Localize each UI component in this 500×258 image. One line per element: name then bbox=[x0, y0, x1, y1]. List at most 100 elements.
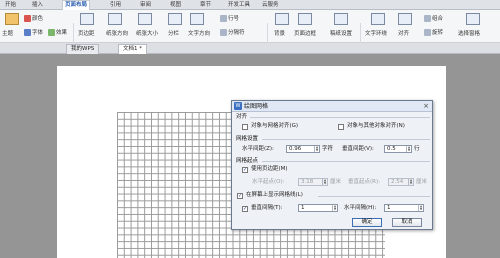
menu-cloud[interactable]: 云服务 bbox=[260, 1, 281, 10]
menu-start[interactable]: 开始 bbox=[3, 1, 18, 10]
vertical-interval-checkbox[interactable]: ✓ bbox=[242, 206, 248, 212]
color-button[interactable]: 颜色 bbox=[24, 15, 43, 23]
line-numbers-icon bbox=[220, 15, 227, 22]
close-icon[interactable]: × bbox=[423, 102, 429, 111]
text-wrap-button[interactable]: 文字环绕 bbox=[365, 30, 387, 38]
spinner-arrows-icon[interactable]: ▲ ▼ bbox=[322, 179, 327, 185]
text-direction-icon bbox=[190, 13, 204, 25]
section-divider bbox=[250, 117, 430, 118]
background-button[interactable]: 背景 bbox=[274, 30, 285, 38]
v-origin-input[interactable]: 2.54 ▲ ▼ bbox=[388, 178, 414, 186]
h-origin-unit: 厘米 bbox=[330, 179, 342, 185]
tab-my-wps[interactable]: 我的WPS bbox=[66, 44, 100, 54]
section-divider bbox=[262, 161, 430, 162]
menu-review[interactable]: 审阅 bbox=[138, 1, 153, 10]
show-grid-label: 在屏幕上显示网格线(L) bbox=[246, 192, 303, 198]
spinner-arrows-icon[interactable]: ▲ ▼ bbox=[406, 146, 411, 152]
margin-icon bbox=[80, 13, 94, 25]
ribbon: 主题 颜色 字体 效果 页边距 纸张方向 纸张大小 分栏 文字方向 行号 分隔符… bbox=[0, 10, 500, 51]
horizontal-interval-input[interactable]: 1 ▲ ▼ bbox=[384, 204, 424, 212]
spinner-arrows-icon[interactable]: ▲ ▼ bbox=[314, 146, 319, 152]
text-direction-button[interactable]: 文字方向 bbox=[188, 30, 210, 38]
use-margins-checkbox[interactable]: ✓ bbox=[242, 167, 248, 173]
cancel-button[interactable]: 取消 bbox=[392, 218, 422, 227]
color-icon bbox=[24, 15, 31, 22]
rotate-button[interactable]: 旋转 bbox=[424, 29, 443, 37]
line-numbers-button[interactable]: 行号 bbox=[220, 15, 239, 23]
section-divider bbox=[318, 196, 430, 197]
v-origin-value: 2.54 bbox=[391, 179, 404, 185]
spinner-arrows-icon[interactable]: ▲ ▼ bbox=[408, 179, 413, 185]
align-icon bbox=[398, 13, 412, 25]
menu-insert[interactable]: 插入 bbox=[30, 1, 45, 10]
menu-developer[interactable]: 开发工具 bbox=[226, 1, 252, 10]
drawing-grid-dialog: W 绘图网格 × 对齐 对象与网格对齐(G) 对象与其他对象对齐(N) 网格设置… bbox=[231, 100, 433, 230]
wps-writer-icon: W bbox=[234, 102, 242, 110]
selection-pane-button[interactable]: 选择窗格 bbox=[458, 30, 480, 38]
effect-label: 效果 bbox=[56, 30, 68, 36]
font-button[interactable]: 字体 bbox=[24, 29, 43, 37]
section-snap-title: 对齐 bbox=[236, 114, 248, 120]
separator-label: 分隔符 bbox=[228, 30, 245, 36]
columns-button[interactable]: 分栏 bbox=[168, 30, 179, 38]
theme-button[interactable]: 主题 bbox=[2, 30, 13, 38]
v-origin-unit: 厘米 bbox=[416, 179, 428, 185]
separator-button[interactable]: 分隔符 bbox=[220, 29, 245, 37]
selection-pane-icon bbox=[466, 13, 480, 25]
v-spacing-unit[interactable]: 行 bbox=[414, 146, 420, 153]
draft-setting-icon bbox=[334, 13, 348, 25]
dialog-title: 绘图网格 bbox=[244, 103, 269, 110]
color-label: 颜色 bbox=[32, 16, 44, 22]
effect-button[interactable]: 效果 bbox=[48, 29, 67, 37]
show-grid-checkbox[interactable]: ✓ bbox=[237, 193, 243, 199]
paper-size-button[interactable]: 纸张大小 bbox=[136, 30, 158, 38]
ok-button[interactable]: 确定 bbox=[352, 218, 382, 227]
v-origin-label: 垂直起点(R): bbox=[348, 179, 380, 185]
align-button[interactable]: 对齐 bbox=[398, 30, 409, 38]
columns-icon bbox=[168, 13, 182, 25]
h-origin-input[interactable]: 3.18 ▲ ▼ bbox=[298, 178, 328, 186]
h-spacing-unit[interactable]: 字符 bbox=[322, 146, 333, 153]
theme-icon bbox=[5, 13, 19, 25]
font-icon bbox=[24, 29, 31, 36]
section-grid-title: 网格设置 bbox=[236, 136, 259, 142]
use-margins-label: 使用页边距(M) bbox=[251, 166, 288, 172]
group-label: 组合 bbox=[432, 16, 444, 22]
vertical-interval-input[interactable]: 1 ▲ ▼ bbox=[298, 204, 338, 212]
spinner-arrows-icon[interactable]: ▲ ▼ bbox=[332, 205, 337, 211]
horizontal-interval-value: 1 bbox=[387, 205, 391, 211]
group-button[interactable]: 组合 bbox=[424, 15, 443, 23]
tab-document1[interactable]: 文档1 * bbox=[118, 44, 147, 54]
orientation-button[interactable]: 纸张方向 bbox=[106, 30, 128, 38]
margin-button[interactable]: 页边距 bbox=[78, 30, 95, 38]
paper-size-icon bbox=[138, 13, 152, 25]
section-divider bbox=[262, 139, 430, 140]
text-wrap-icon bbox=[371, 13, 385, 25]
h-spacing-label: 水平间距(Z): bbox=[242, 146, 274, 152]
snap-to-grid-checkbox[interactable] bbox=[242, 124, 248, 130]
font-label: 字体 bbox=[32, 30, 44, 36]
page-border-icon bbox=[298, 13, 312, 25]
rotate-label: 旋转 bbox=[432, 30, 444, 36]
draft-setting-button[interactable]: 稿纸设置 bbox=[330, 30, 352, 38]
horizontal-interval-label: 水平间隔(H): bbox=[344, 205, 377, 211]
menu-references[interactable]: 引用 bbox=[108, 1, 123, 10]
v-spacing-input[interactable]: 0.5 ▲ ▼ bbox=[384, 145, 412, 153]
dialog-titlebar[interactable]: W 绘图网格 × bbox=[232, 101, 432, 112]
page-border-button[interactable]: 页面边框 bbox=[294, 30, 316, 38]
vertical-interval-label: 垂直间隔(T): bbox=[251, 205, 283, 211]
spinner-arrows-icon[interactable]: ▲ ▼ bbox=[418, 205, 423, 211]
separator-icon bbox=[220, 29, 227, 36]
menu-view[interactable]: 视图 bbox=[168, 1, 183, 10]
h-origin-label: 水平起点(O): bbox=[252, 179, 285, 185]
snap-to-grid-label: 对象与网格对齐(G) bbox=[251, 123, 299, 129]
menu-chapter[interactable]: 章节 bbox=[198, 1, 213, 10]
rotate-icon bbox=[424, 29, 431, 36]
snap-to-objects-checkbox[interactable] bbox=[338, 124, 344, 130]
background-icon bbox=[275, 13, 289, 25]
effect-icon bbox=[48, 29, 55, 36]
h-spacing-value: 0.96 bbox=[289, 146, 302, 152]
section-origin-title: 网格起点 bbox=[236, 158, 259, 164]
h-spacing-input[interactable]: 0.96 ▲ ▼ bbox=[286, 145, 320, 153]
group-icon bbox=[424, 15, 431, 22]
